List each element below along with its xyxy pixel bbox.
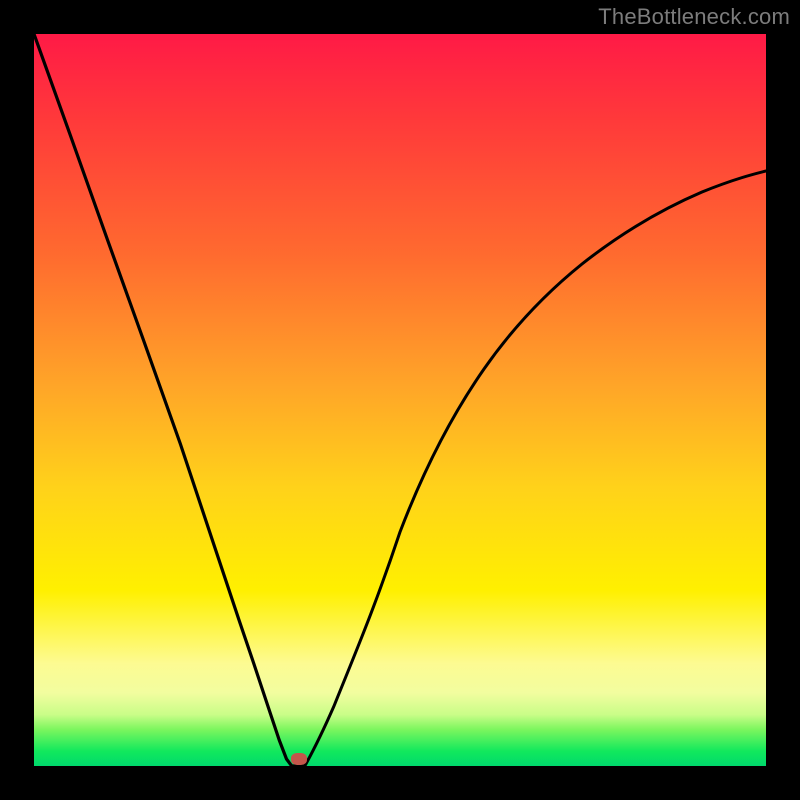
curve-left-branch (34, 34, 292, 766)
watermark-text: TheBottleneck.com (598, 4, 790, 30)
plot-area (34, 34, 766, 766)
bottleneck-curve (34, 34, 766, 766)
curve-right-branch (305, 171, 766, 766)
trough-marker (291, 753, 307, 765)
chart-frame: TheBottleneck.com (0, 0, 800, 800)
